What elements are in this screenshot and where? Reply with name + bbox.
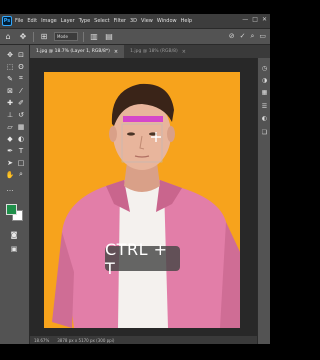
tab-document-active[interactable]: 1.jpg @ 18.7% (Layer 1, RGB/8*) × [30,45,125,58]
shortcut-overlay: CTRL + T [105,240,180,278]
photoshop-logo: Ps [2,16,12,26]
window-controls: — □ ✕ [242,16,267,23]
minimize-button[interactable]: — [242,16,248,23]
foreground-color-swatch[interactable] [6,204,17,215]
tab-label: 1.jpg @ 18.7% (Layer 1, RGB/8*) [36,49,110,54]
mode-field[interactable]: Mode [54,32,78,41]
menu-bar: Ps File Edit Image Layer Type Select Fil… [0,14,270,28]
history-brush-icon[interactable]: ↺ [15,109,27,120]
adjust-icon[interactable]: ◐ [260,114,269,123]
maximize-button[interactable]: □ [252,16,258,23]
type-icon[interactable]: T [15,145,27,156]
menu-layer[interactable]: Layer [61,18,75,24]
shape-icon[interactable]: □ [15,157,27,168]
document-tabs: 1.jpg @ 18.7% (Layer 1, RGB/8*) × 1.jpg … [30,45,270,58]
menu-image[interactable]: Image [41,18,57,24]
quick-mask-icon[interactable]: ◙ [8,229,20,240]
more-tools-icon[interactable]: … [4,183,16,194]
left-eye-shape [127,132,135,136]
home-icon[interactable]: ⌂ [3,32,13,41]
menu-filter[interactable]: Filter [114,18,126,24]
zoom-level[interactable]: 18.67% [34,338,49,343]
brush-icon[interactable]: ✐ [15,97,27,108]
photoshop-window: Ps File Edit Image Layer Type Select Fil… [0,14,270,344]
menu-help[interactable]: Help [181,18,192,24]
video-band-bottom [0,344,270,360]
workspace-icon[interactable]: ▭ [259,32,266,41]
options-right-group: ⊘ ✓ ⌕ ▭ [229,32,266,41]
color-icon[interactable]: ◑ [260,76,269,85]
document-info: 3878 px x 5170 px (300 ppi) [57,337,115,343]
options-separator [33,31,34,42]
tab-label: 1.jpg @ 18% (RGB/8) [130,49,178,54]
menu-select[interactable]: Select [94,18,109,24]
menu-window[interactable]: Window [157,18,177,24]
tools-panel: ✥ ⊡ ⬚ ʘ ✎ ⌗ ⊠ ⁄ ✚ ✐ ⊥ ↺ ▱ ▦ ◆ ◐ ✒ T ➤ □ … [0,45,30,344]
layers-icon[interactable]: ❏ [260,128,269,137]
properties-icon[interactable]: ☰ [260,102,269,111]
menu-type[interactable]: Type [79,18,90,24]
portrait-photo [52,83,240,328]
right-ear-shape [167,126,175,142]
close-tab-icon[interactable]: × [182,49,186,55]
menu-edit[interactable]: Edit [27,18,37,24]
dodge-icon[interactable]: ◐ [15,133,27,144]
align-center-icon[interactable]: ▤ [104,32,114,41]
canvas-workspace[interactable] [30,58,257,336]
align-left-icon[interactable]: ▥ [89,32,99,41]
close-tab-icon[interactable]: × [114,49,118,55]
swatches-icon[interactable]: ▦ [260,88,269,97]
gradient-icon[interactable]: ▦ [15,121,27,132]
reference-point-icon[interactable]: ⊞ [39,32,49,41]
screen-mode-icon[interactable]: ▣ [8,243,20,254]
status-bar: 18.67% 3878 px x 5170 px (300 ppi) [30,336,257,344]
eyedropper-icon[interactable]: ⁄ [15,85,27,96]
menu-file[interactable]: File [15,18,23,24]
crop-icon[interactable]: ⌗ [15,73,27,84]
search-icon[interactable]: ⌕ [250,32,254,41]
menu-3d[interactable]: 3D [130,18,137,24]
history-icon[interactable]: ◷ [260,64,269,73]
selection-highlight [123,116,163,122]
move-tool-preset-icon[interactable]: ✥ [18,32,28,41]
menu-view[interactable]: View [141,18,153,24]
close-button[interactable]: ✕ [262,16,267,23]
left-ear-shape [109,126,117,142]
cancel-transform-icon[interactable]: ⊘ [229,32,235,41]
panel-strip: ◷ ◑ ▦ ☰ ◐ ❏ [257,58,270,344]
zoom-icon[interactable]: ⌕ [15,169,27,180]
options-separator [83,31,84,42]
document-canvas[interactable] [44,72,240,328]
tab-document-inactive[interactable]: 1.jpg @ 18% (RGB/8) × [124,45,192,58]
options-bar: ⌂ ✥ ⊞ Mode ▥ ▤ ⊘ ✓ ⌕ ▭ [0,28,270,45]
artboard-icon[interactable]: ⊡ [15,49,27,60]
lasso-icon[interactable]: ʘ [15,61,27,72]
video-band-top [0,0,270,14]
commit-transform-icon[interactable]: ✓ [240,32,246,41]
